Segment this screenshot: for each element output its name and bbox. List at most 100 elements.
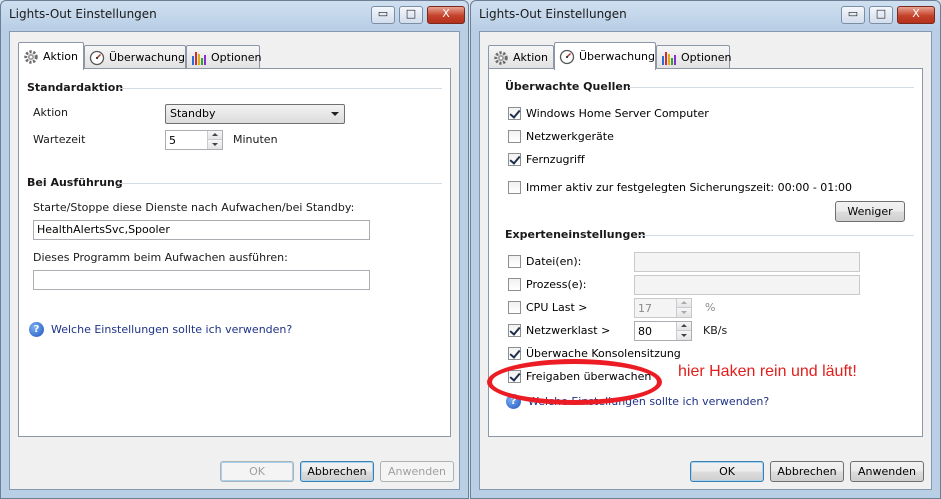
checkbox-box[interactable]	[508, 324, 521, 337]
wartezeit-value: 5	[169, 134, 176, 147]
help-link[interactable]: ? Welche Einstellungen sollte ich verwen…	[29, 322, 292, 337]
highlight-ellipse	[487, 359, 662, 405]
checkbox-label: Windows Home Server Computer	[526, 107, 709, 120]
checkbox-windows-home-server[interactable]: Windows Home Server Computer	[508, 107, 709, 120]
cancel-button[interactable]: Abbrechen	[300, 461, 374, 482]
group-divider	[119, 183, 442, 184]
checkbox-box[interactable]	[508, 153, 521, 166]
gauge-icon	[89, 50, 105, 66]
programm-input[interactable]	[33, 270, 370, 290]
tab-panel-ueberwachung: Überwachte Quellen Windows Home Server C…	[487, 68, 923, 437]
checkbox-dateien[interactable]: Datei(en):	[508, 255, 581, 268]
group-divider	[119, 88, 442, 89]
gear-icon	[493, 50, 509, 66]
window-client-area: Aktion Überwachung Optionen Standardakti…	[9, 31, 460, 490]
group-title-experten: Experteneinstellungen	[505, 228, 646, 241]
checkbox-sicherungszeit[interactable]: Immer aktiv zur festgelegten Sicherungsz…	[508, 181, 852, 194]
ok-button[interactable]: OK	[690, 461, 764, 482]
aktion-dropdown-value: Standby	[170, 107, 216, 120]
cpu-last-stepper[interactable]: 17	[634, 298, 692, 318]
checkbox-box[interactable]	[508, 347, 521, 360]
tab-panel-aktion: Standardaktion Aktion Standby Wartezeit …	[18, 68, 451, 437]
tab-label: Überwachung	[109, 51, 186, 64]
spin-down-button[interactable]	[677, 308, 691, 317]
checkbox-konsolensitzung[interactable]: Überwache Konsolensitzung	[508, 347, 681, 360]
maximize-button[interactable]: □	[399, 6, 423, 24]
close-button[interactable]: X	[897, 6, 935, 24]
spin-up-button[interactable]	[677, 299, 691, 308]
checkbox-box[interactable]	[508, 181, 521, 194]
spin-down-button[interactable]	[677, 331, 691, 340]
dienste-input[interactable]: HealthAlertsSvc,Spooler	[33, 220, 370, 240]
checkbox-box[interactable]	[508, 301, 521, 314]
settings-window-ueberwachung: Lights-Out Einstellungen ▭ □ X Aktion Üb…	[470, 0, 941, 499]
programm-label: Dieses Programm beim Aufwachen ausführen…	[33, 251, 288, 264]
checkbox-box[interactable]	[508, 255, 521, 268]
aktion-label: Aktion	[33, 106, 68, 119]
bar-chart-icon	[661, 50, 677, 66]
gauge-icon	[559, 49, 575, 65]
dateien-input[interactable]	[634, 252, 860, 272]
spin-up-button[interactable]	[677, 322, 691, 331]
wartezeit-stepper[interactable]: 5	[165, 130, 223, 150]
group-title-standardaktion: Standardaktion	[27, 81, 124, 94]
tab-label: Optionen	[681, 51, 732, 64]
window-title: Lights-Out Einstellungen	[9, 7, 157, 21]
group-divider	[629, 87, 914, 88]
tab-optionen[interactable]: Optionen	[186, 45, 261, 69]
tab-aktion[interactable]: Aktion	[488, 45, 554, 69]
cancel-button[interactable]: Abbrechen	[770, 461, 844, 482]
checkbox-netzwerkgeraete[interactable]: Netzwerkgeräte	[508, 130, 614, 143]
annotation-text: hier Haken rein und läuft!	[678, 363, 857, 380]
apply-button[interactable]: Anwenden	[850, 461, 924, 482]
maximize-button[interactable]: □	[869, 6, 893, 24]
window-title: Lights-Out Einstellungen	[479, 7, 627, 21]
group-divider	[639, 235, 914, 236]
title-bar[interactable]: Lights-Out Einstellungen ▭ □ X	[1, 1, 468, 29]
group-title-quellen: Überwachte Quellen	[505, 80, 631, 93]
settings-window-aktion: Lights-Out Einstellungen ▭ □ X Aktion Üb…	[0, 0, 469, 499]
minimize-button[interactable]: ▭	[371, 6, 395, 24]
wartezeit-unit: Minuten	[233, 133, 278, 146]
wartezeit-label: Wartezeit	[33, 133, 86, 146]
gear-icon	[23, 49, 39, 65]
ok-button[interactable]: OK	[220, 461, 294, 482]
checkbox-label: Überwache Konsolensitzung	[526, 347, 681, 360]
tab-optionen[interactable]: Optionen	[656, 45, 732, 69]
checkbox-label: Prozess(e):	[526, 278, 587, 291]
cpu-last-unit: %	[705, 301, 716, 314]
checkbox-label: Immer aktiv zur festgelegten Sicherungsz…	[526, 181, 852, 194]
weniger-button[interactable]: Weniger	[835, 201, 905, 222]
aktion-dropdown[interactable]: Standby	[165, 104, 345, 124]
checkbox-box[interactable]	[508, 130, 521, 143]
checkbox-label: Datei(en):	[526, 255, 582, 268]
title-bar[interactable]: Lights-Out Einstellungen ▭ □ X	[471, 1, 940, 29]
help-icon: ?	[29, 322, 44, 337]
help-link-text: Welche Einstellungen sollte ich verwende…	[51, 323, 293, 336]
tab-ueberwachung[interactable]: Überwachung	[84, 45, 186, 69]
checkbox-prozess[interactable]: Prozess(e):	[508, 278, 587, 291]
tab-label: Überwachung	[579, 50, 656, 63]
window-client-area: Aktion Überwachung Optionen Überwachte Q…	[479, 31, 932, 490]
tab-ueberwachung[interactable]: Überwachung	[554, 42, 656, 70]
apply-button[interactable]: Anwenden	[380, 461, 454, 482]
close-button[interactable]: X	[427, 6, 465, 24]
checkbox-box[interactable]	[508, 278, 521, 291]
checkbox-netzwerklast[interactable]: Netzwerklast >	[508, 324, 610, 337]
prozess-input[interactable]	[634, 275, 860, 295]
checkbox-label: Fernzugriff	[526, 153, 585, 166]
chevron-down-icon	[331, 112, 339, 116]
checkbox-box[interactable]	[508, 107, 521, 120]
netzwerklast-unit: KB/s	[703, 324, 728, 337]
checkbox-cpu-last[interactable]: CPU Last >	[508, 301, 588, 314]
spin-down-button[interactable]	[208, 140, 222, 149]
checkbox-fernzugriff[interactable]: Fernzugriff	[508, 153, 585, 166]
tab-aktion[interactable]: Aktion	[18, 42, 84, 70]
checkbox-label: Netzwerkgeräte	[526, 130, 614, 143]
spin-up-button[interactable]	[208, 131, 222, 140]
bar-chart-icon	[191, 50, 207, 66]
tab-label: Aktion	[43, 50, 78, 63]
minimize-button[interactable]: ▭	[841, 6, 865, 24]
group-title-ausfuehrung: Bei Ausführung	[27, 176, 123, 189]
netzwerklast-stepper[interactable]: 80	[634, 321, 692, 341]
